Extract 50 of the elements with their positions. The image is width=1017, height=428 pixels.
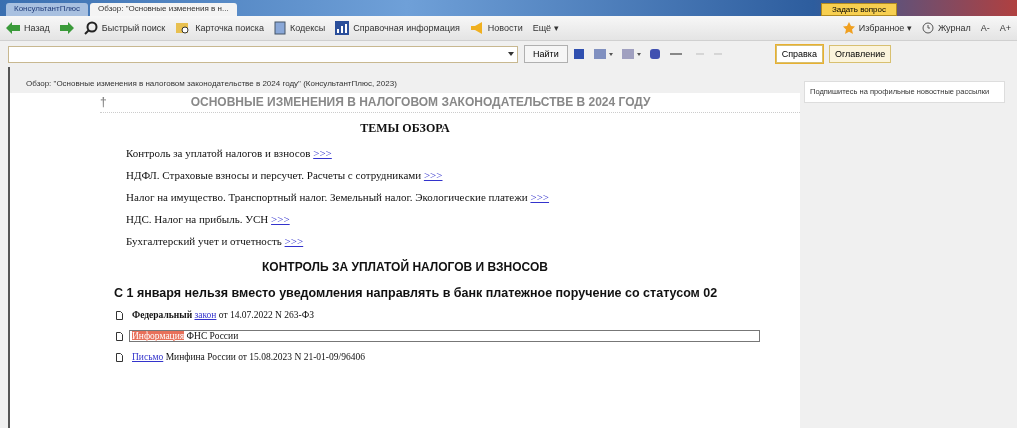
note-marker: † <box>100 95 107 109</box>
find-button[interactable]: Найти <box>524 45 568 63</box>
star-icon <box>842 22 855 34</box>
reference-line: Федеральный закон от 14.07.2022 N 263-ФЗ <box>131 309 315 321</box>
topic-link[interactable]: >>> <box>423 169 443 181</box>
topic-line: Контроль за уплатой налогов и взносов >>> <box>126 147 333 159</box>
forward-arrow-icon <box>59 22 74 34</box>
topic-line: НДФЛ. Страховые взносы и персучет. Расчеты с сотрудниками >>> <box>126 169 444 181</box>
reference-link[interactable]: Письмо <box>132 352 164 362</box>
side-tab[interactable]: Оглавление <box>829 45 892 63</box>
search-icon <box>83 21 98 35</box>
document-icon <box>116 310 123 320</box>
topic-link[interactable]: >>> <box>271 213 290 225</box>
toolbar-button[interactable]: Избранное ▾ <box>842 22 912 34</box>
topic-link[interactable]: >>> <box>284 235 304 247</box>
toolbar-button[interactable]: А- <box>980 23 990 33</box>
toolbar-button[interactable]: Быстрый поиск <box>83 21 166 35</box>
dropdown-caret-icon <box>508 52 514 56</box>
toolbar-button[interactable]: Кодексы <box>273 21 326 35</box>
document-title: ОСНОВНЫЕ ИЗМЕНЕНИЯ В НАЛОГОВОМ ЗАКОНОДАТЕЛЬСТВЕ В 2024 ГОДУ <box>190 95 651 109</box>
folder-search-icon <box>175 21 192 35</box>
topic-line: Налог на имущество. Транспортный налог. Земельный налог. Экологические платежи >>> <box>126 191 551 203</box>
topic-line: Бухгалтерский учет и отчетность >>> <box>126 235 305 247</box>
subheading: С 1 января нельзя вместо уведомления направлять в банк платежное поручение со статусом 02 <box>114 286 719 300</box>
topics-heading: ТЕМЫ ОБЗОРА <box>359 121 451 136</box>
toolbar-button[interactable]: Журнал <box>921 22 971 34</box>
ask-question-button[interactable]: Задать вопрос <box>820 3 897 16</box>
toolbar-button[interactable]: Новости <box>469 22 523 34</box>
toolbar-button[interactable]: А+ <box>999 23 1011 33</box>
topic-link[interactable]: >>> <box>530 191 550 203</box>
topic-line: НДС. Налог на прибыль. УСН >>> <box>126 213 291 225</box>
browser-tab[interactable]: КонсультантПлюс <box>6 3 89 16</box>
document-icon <box>116 352 123 362</box>
book-icon <box>273 21 286 35</box>
megaphone-icon <box>469 22 484 34</box>
search-field[interactable] <box>8 45 518 63</box>
toolbar-button[interactable]: Ещё ▾ <box>532 23 559 33</box>
toolbar-button[interactable] <box>59 22 74 34</box>
section-heading: КОНТРОЛЬ ЗА УПЛАТОЙ НАЛОГОВ И ВЗНОСОВ <box>261 260 549 274</box>
topic-link[interactable]: >>> <box>313 147 332 159</box>
browser-tab[interactable]: Обзор: "Основные изменения в н... <box>90 3 237 16</box>
clock-icon <box>921 22 934 34</box>
toolbar-button[interactable]: Карточка поиска <box>175 21 264 35</box>
toolbar-button[interactable]: Справочная информация <box>335 21 460 35</box>
side-tab[interactable]: Справка <box>775 45 823 63</box>
back-arrow-icon <box>6 22 20 34</box>
document-icon <box>116 331 123 341</box>
reference-line: Письмо Минфина России от 15.08.2023 N 21-01-09/96406 <box>131 351 366 363</box>
reference-link[interactable]: закон <box>194 310 217 320</box>
toolbar-button[interactable]: Назад <box>6 22 50 34</box>
